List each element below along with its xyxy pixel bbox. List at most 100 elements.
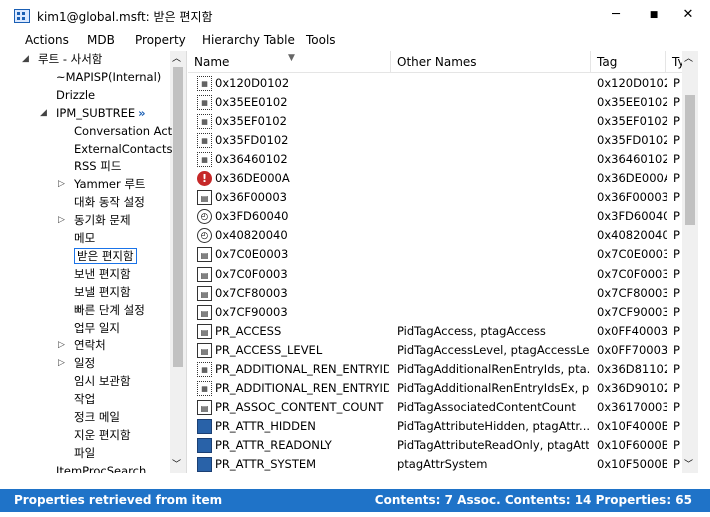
list-scroll-thumb[interactable] [685,95,695,225]
tree-item[interactable]: 받은 편지함 [74,247,137,265]
table-row[interactable]: PR_ATTR_SYSTEM ptagAttrSystem 0x10F5000B P [188,455,682,473]
table-row[interactable]: PR_ATTR_HIDDEN PidTagAttributeHidden, pta… [188,417,682,436]
cell-other-names [397,169,589,188]
list-scroll-down-icon[interactable]: ﹀ [684,457,693,470]
tree-item[interactable]: IPM_SUBTREE» [56,105,146,122]
tree-item[interactable]: 루트 - 사서함 [38,51,102,68]
maximize-button[interactable]: ■ [644,6,664,24]
menu-actions[interactable]: Actions [25,33,69,47]
cell-tag: 0x7C0F0003 [597,266,667,281]
table-row[interactable]: ▦ 0x36460102 0x36460102 P [188,150,682,169]
column-tag[interactable]: Tag [591,51,666,73]
expanded-arrow-icon[interactable]: ◢ [22,51,29,68]
tree-item-label: 대화 동작 설정 [74,195,145,210]
boolean-property-icon [197,418,212,434]
tree-item[interactable]: 업무 일지 [74,320,120,337]
table-row[interactable]: ▤ 0x7C0E0003 0x7C0E0003 P [188,245,682,264]
tree-item-label: 파일 [74,445,96,460]
sort-desc-icon: ▼ [288,53,295,63]
cell-other-names: PidTagAttributeHidden, ptagAttr... [397,418,589,433]
list-scroll-up-icon[interactable]: ︿ [684,51,693,64]
menu-hierarchy-table[interactable]: Hierarchy Table [202,33,295,47]
integer-property-icon: ▤ [197,399,212,415]
tree-scrollbar[interactable]: ︿ ﹀ [170,51,186,473]
table-row[interactable]: ◴ 0x40820040 0x40820040 P [188,226,682,245]
table-row[interactable]: ▦ PR_ADDITIONAL_REN_ENTRYIDS PidTagAdditio… [188,360,682,379]
binary-property-icon: ▦ [197,152,212,168]
folder-tree[interactable]: ︿ ﹀ 루트 - 사서함 ◢ ~MAPISP(Internal) Drizzle IPM… [0,51,187,473]
scroll-up-icon[interactable]: ︿ [172,51,181,64]
table-row[interactable]: ▦ 0x35FD0102 0x35FD0102 P [188,131,682,150]
table-row[interactable]: ▤ 0x7C0F0003 0x7C0F0003 P [188,265,682,284]
table-row[interactable]: ▤ 0x7CF80003 0x7CF80003 P [188,284,682,303]
tree-item[interactable]: 보낸 편지함 [74,266,131,283]
collapsed-arrow-icon[interactable]: ▷ [58,337,65,354]
minimize-button[interactable]: ─ [606,6,626,24]
cell-name: PR_ACCESS [215,323,282,338]
cell-other-names [397,112,589,131]
cell-other-names: PidTagAdditionalRenEntryIdsEx, p... [397,380,589,395]
expand-badge-icon: » [138,105,146,120]
tree-item[interactable]: 대화 동작 설정 [74,194,145,211]
tree-item-label: 보낸 편지함 [74,266,131,281]
integer-property-icon: ▤ [197,285,212,301]
menu-mdb[interactable]: MDB [87,33,115,47]
collapsed-arrow-icon[interactable]: ▷ [58,355,65,372]
tree-item[interactable]: Conversation Act [74,123,172,140]
tree-item-label: 빠른 단계 설정 [74,302,145,317]
close-button[interactable]: ✕ [678,6,698,24]
cell-other-names [397,303,589,322]
expanded-arrow-icon[interactable]: ◢ [40,105,47,122]
collapsed-arrow-icon[interactable]: ▷ [58,212,65,229]
table-row[interactable]: ▤ 0x7CF90003 0x7CF90003 P [188,303,682,322]
tree-item-label: ItemProcSearch [56,463,147,473]
scroll-down-icon[interactable]: ﹀ [172,457,181,470]
binary-property-icon: ▦ [197,361,212,377]
tree-item[interactable]: 연락처 [74,337,106,354]
tree-item[interactable]: ~MAPISP(Internal) [56,69,161,86]
cell-name: 0x36460102 [215,152,288,167]
tree-item[interactable]: ItemProcSearch [56,463,146,473]
integer-property-icon: ▤ [197,190,212,206]
table-row[interactable]: ▦ PR_ADDITIONAL_REN_ENTRYID... PidTagAddit… [188,379,682,398]
table-row[interactable]: ▦ 0x35EE0102 0x35EE0102 P [188,93,682,112]
window-title: kim1@global.msft: 받은 편지함 [37,10,213,24]
tree-item[interactable]: Drizzle [56,87,95,104]
tree-item[interactable]: 빠른 단계 설정 [74,302,145,319]
integer-property-icon: ▤ [197,304,212,320]
table-row[interactable]: ◴ 0x3FD60040 0x3FD60040 P [188,207,682,226]
column-name[interactable]: Name ▼ [188,51,391,73]
tree-item[interactable]: 작업 [74,391,95,408]
cell-tag: 0x10F4000B [597,418,667,433]
cell-other-names: PidTagAttributeReadOnly, ptagAtt... [397,437,589,452]
table-row[interactable]: ▤ PR_ACCESS_LEVEL PidTagAccessLevel, ptagA… [188,341,682,360]
tree-item[interactable]: 동기화 문제 [74,212,131,229]
table-row[interactable]: ▦ 0x120D0102 0x120D0102 P [188,74,682,93]
table-row[interactable]: ▦ 0x35EF0102 0x35EF0102 P [188,112,682,131]
tree-item[interactable]: 임시 보관함 [74,373,131,390]
tree-item[interactable]: 일정 [74,355,95,372]
menu-property[interactable]: Property [135,33,186,47]
cell-other-names [397,245,589,264]
menu-tools[interactable]: Tools [306,33,336,47]
tree-item[interactable]: ExternalContacts [74,141,172,158]
table-row[interactable]: PR_ATTR_READONLY PidTagAttributeReadOnly,… [188,436,682,455]
property-list[interactable]: Name ▼ Other Names Tag Ty ▦ 0x120D0102 0x1… [188,51,698,473]
tree-item[interactable]: 메모 [74,230,95,247]
tree-item[interactable]: 파일 [74,445,95,462]
table-row[interactable]: ▤ PR_ASSOC_CONTENT_COUNT PidTagAssociatedC… [188,398,682,417]
tree-item[interactable]: 보낼 편지함 [74,284,131,301]
table-row[interactable]: ▤ 0x36F00003 0x36F00003 P [188,188,682,207]
cell-tag: 0x36D90102 [597,380,667,395]
table-row[interactable]: ▤ PR_ACCESS PidTagAccess, ptagAccess 0x0FF4… [188,322,682,341]
collapsed-arrow-icon[interactable]: ▷ [58,176,65,193]
column-other-names[interactable]: Other Names [391,51,591,73]
table-row[interactable]: ! 0x36DE000A 0x36DE000A P [188,169,682,188]
tree-item[interactable]: 지운 편지함 [74,427,131,444]
tree-scroll-thumb[interactable] [173,67,183,367]
tree-item[interactable]: Yammer 루트 [74,176,146,193]
binary-property-icon: ▦ [197,380,212,396]
list-scrollbar[interactable]: ︿ ﹀ [682,51,698,473]
tree-item[interactable]: 정크 메일 [74,409,120,426]
tree-item[interactable]: RSS 피드 [74,158,121,175]
